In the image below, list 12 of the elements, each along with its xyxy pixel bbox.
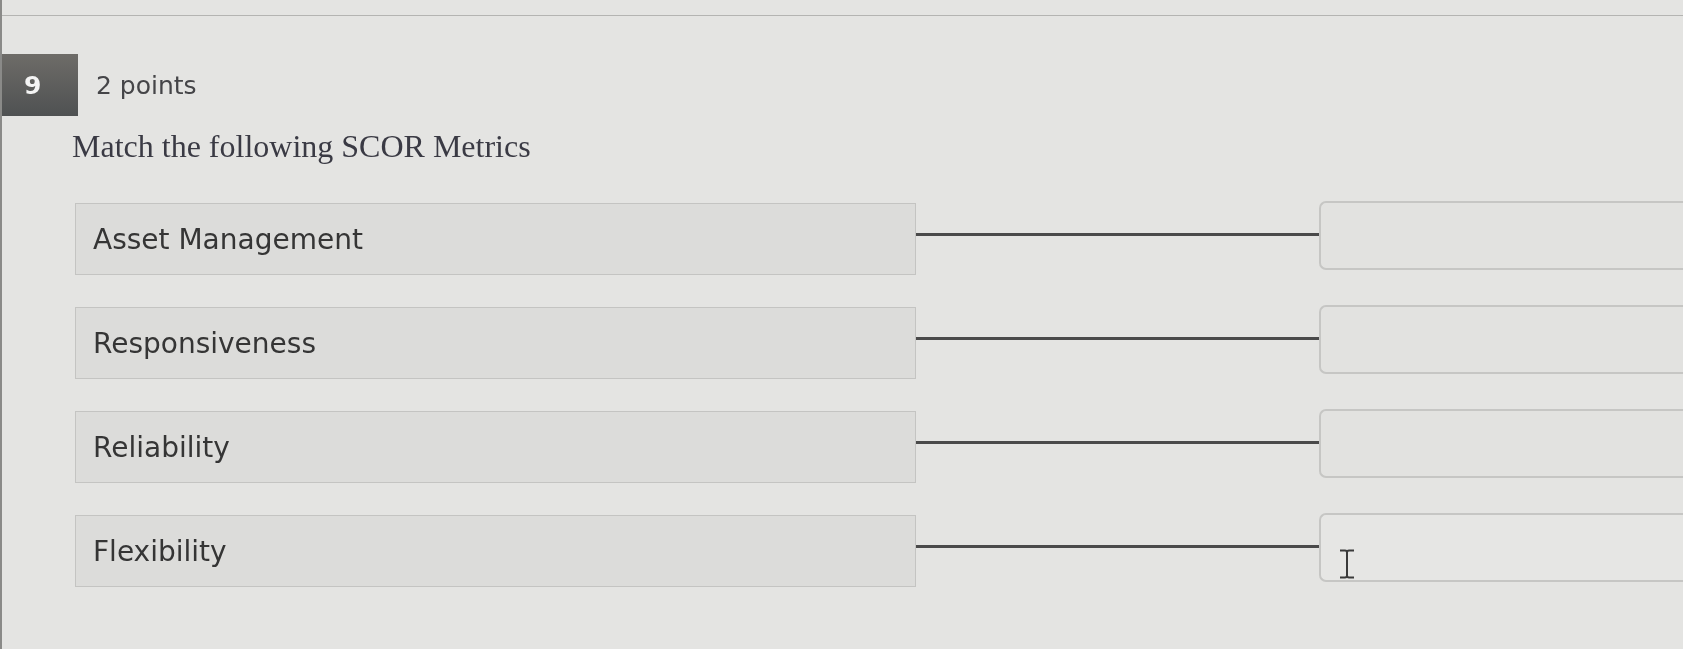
answer-box[interactable]	[1319, 513, 1683, 582]
answer-box[interactable]	[1319, 409, 1683, 478]
prompt-card: Asset Management	[75, 203, 916, 275]
prompt-card: Reliability	[75, 411, 916, 483]
points-label: 2 points	[96, 70, 197, 100]
question-number: 9	[2, 54, 78, 116]
prompt-card: Responsiveness	[75, 307, 916, 379]
text-cursor-icon	[1339, 549, 1355, 579]
prompt-card: Flexibility	[75, 515, 916, 587]
answer-box[interactable]	[1319, 201, 1683, 270]
answer-box[interactable]	[1319, 305, 1683, 374]
question-text: Match the following SCOR Metrics	[72, 128, 531, 165]
